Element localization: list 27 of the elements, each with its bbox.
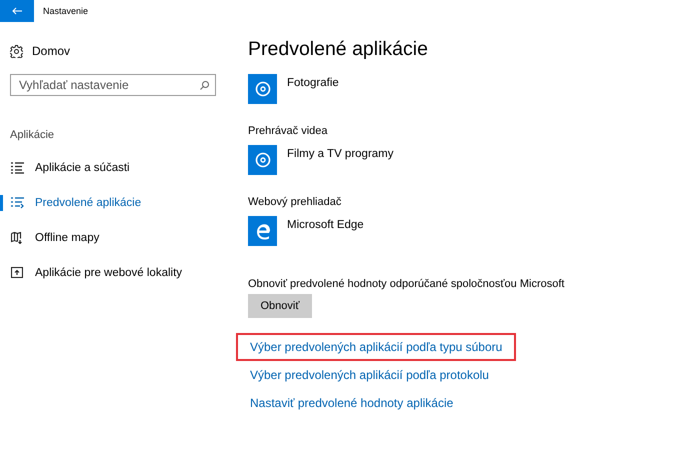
gear-icon [10,44,23,58]
page-title: Predvolené aplikácie [248,37,429,62]
link[interactable]: Výber predvolených aplikácií podľa typu súboru [236,333,516,361]
category-label: Prehrávač videa [248,125,328,139]
sidebar-item[interactable]: Aplikácie a súčasti [35,162,130,174]
list-icon [11,196,24,208]
search-icon [200,81,209,90]
map-icon [11,232,24,244]
category-label: Webový prehliadač [248,196,342,210]
link[interactable]: Výber predvolených aplikácií podľa protokolu [236,361,503,389]
app-name[interactable]: Fotografie [287,77,339,89]
app-name[interactable]: Microsoft Edge [287,219,364,231]
sidebar-item[interactable]: Offline mapy [35,232,100,244]
sidebar-item[interactable]: Aplikácie pre webové lokality [35,266,182,278]
reset-button[interactable]: Obnoviť [248,294,312,318]
sidebar-item[interactable]: Predvolené aplikácie [35,196,142,208]
search-field[interactable]: Vyhľadať nastavenie [10,74,216,96]
section-heading: Aplikácie [10,129,56,141]
back-button[interactable] [0,0,34,22]
app-name[interactable]: Filmy a TV programy [287,148,394,160]
home-link[interactable]: Domov [32,44,70,58]
link[interactable]: Nastaviť predvolené hodnoty aplikácie [236,389,468,417]
back-arrow-icon [12,7,22,15]
window-title: Nastavenie [43,6,88,16]
reset-description: Obnoviť predvolené hodnoty odporúčané spoločnosťou Microsoft [248,278,566,290]
list-icon [11,162,24,174]
window-icon [11,267,23,278]
